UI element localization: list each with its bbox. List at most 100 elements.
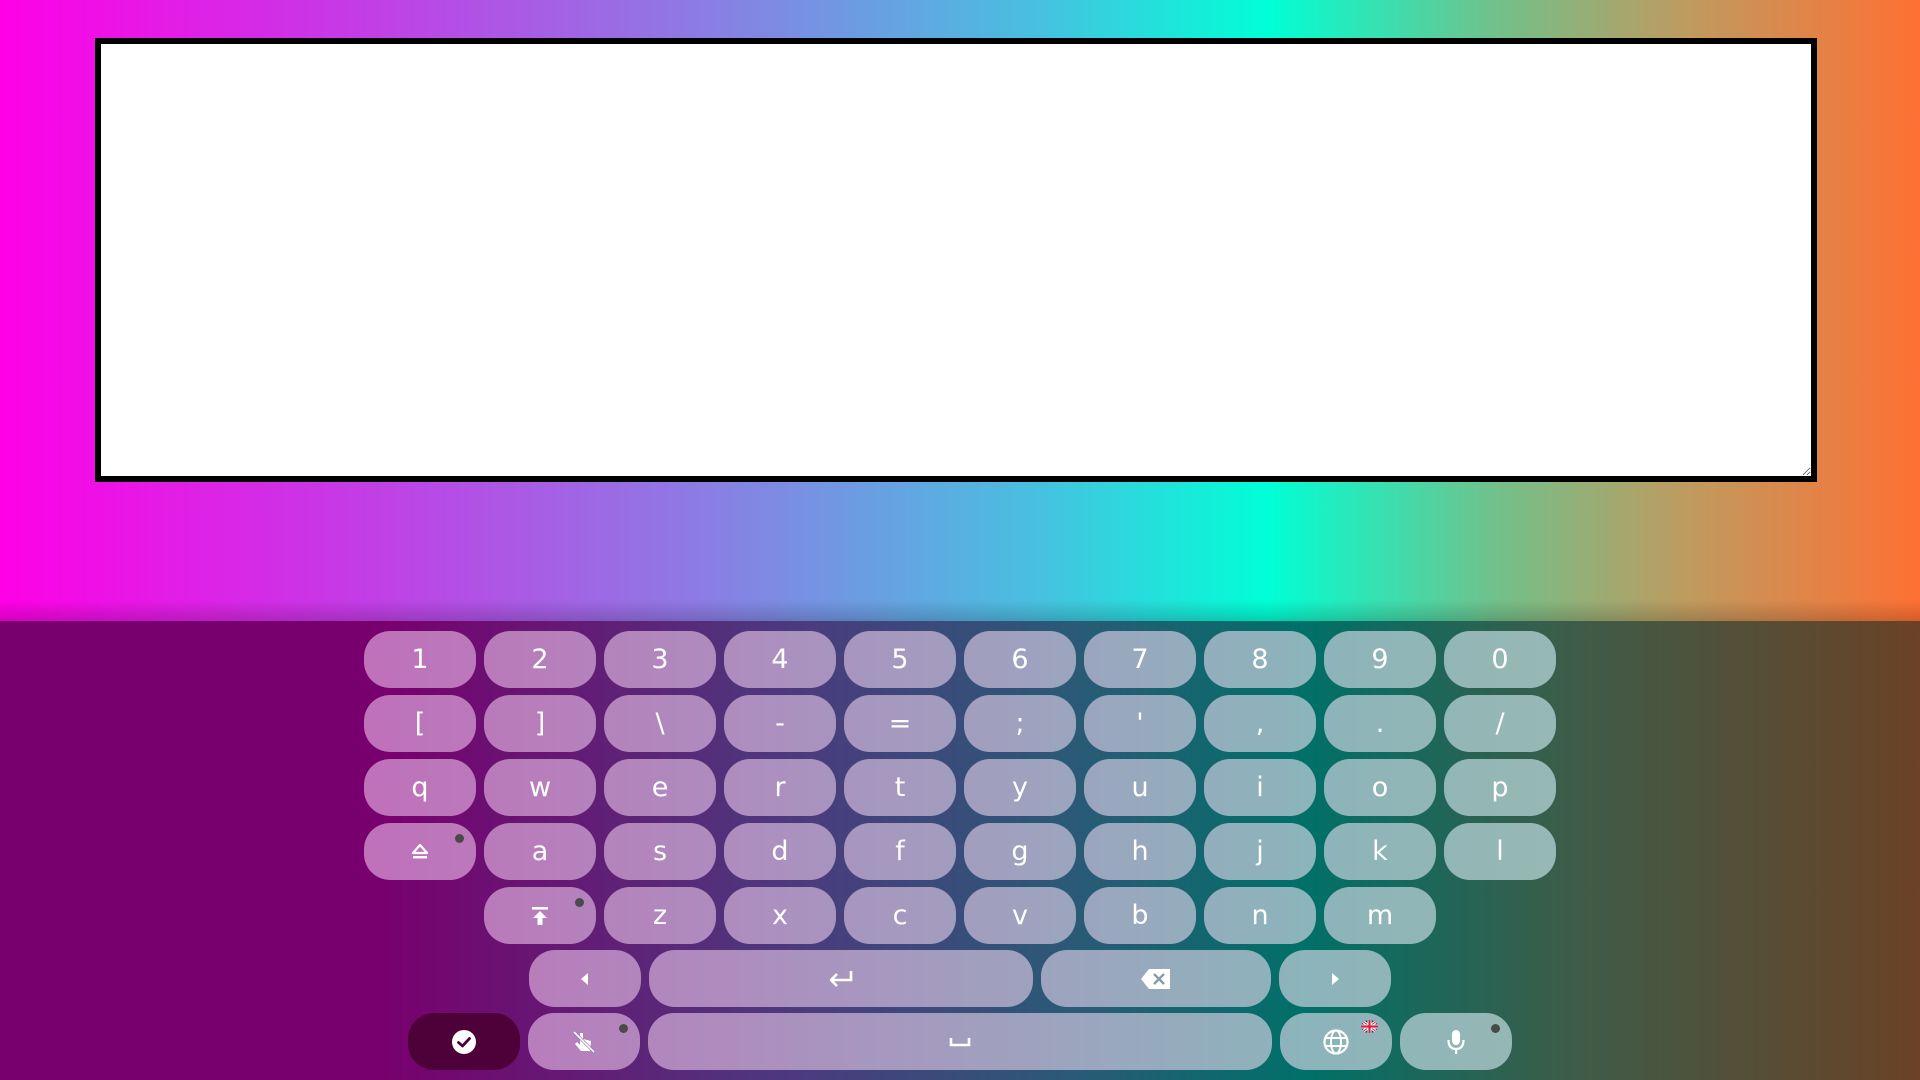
key-label: m bbox=[1366, 900, 1394, 931]
key-0[interactable]: 0 bbox=[1444, 631, 1556, 688]
key-b[interactable]: b bbox=[1084, 887, 1196, 944]
key-label: 3 bbox=[651, 644, 669, 675]
key-f[interactable]: f bbox=[844, 823, 956, 880]
key-label: . bbox=[1375, 708, 1385, 739]
voice-input-key[interactable] bbox=[1400, 1013, 1512, 1070]
indicator-dot bbox=[619, 1024, 628, 1033]
check-circle-icon bbox=[451, 1029, 477, 1055]
text-input-area[interactable] bbox=[95, 38, 1817, 482]
key-h[interactable]: h bbox=[1084, 823, 1196, 880]
right-arrow-key[interactable] bbox=[1279, 950, 1391, 1007]
key-8[interactable]: 8 bbox=[1204, 631, 1316, 688]
key-label: 7 bbox=[1131, 644, 1149, 675]
key-label: x bbox=[772, 900, 788, 931]
key-j[interactable]: j bbox=[1204, 823, 1316, 880]
key-g[interactable]: g bbox=[964, 823, 1076, 880]
key-n[interactable]: n bbox=[1204, 887, 1316, 944]
enter-key[interactable] bbox=[649, 950, 1033, 1007]
left-arrow-key[interactable] bbox=[529, 950, 641, 1007]
key-o[interactable]: o bbox=[1324, 759, 1436, 816]
key-label: w bbox=[528, 772, 552, 803]
key-label: t bbox=[894, 772, 906, 803]
key-q[interactable]: q bbox=[364, 759, 476, 816]
key-comma[interactable]: , bbox=[1204, 695, 1316, 752]
key-a[interactable]: a bbox=[484, 823, 596, 880]
key-label: e bbox=[651, 772, 669, 803]
key-7[interactable]: 7 bbox=[1084, 631, 1196, 688]
key-label: 1 bbox=[411, 644, 429, 675]
key-label: f bbox=[895, 836, 905, 867]
key-d[interactable]: d bbox=[724, 823, 836, 880]
caps-lock-key[interactable] bbox=[484, 887, 596, 944]
done-key[interactable] bbox=[408, 1013, 520, 1070]
key-k[interactable]: k bbox=[1324, 823, 1436, 880]
key-label: n bbox=[1251, 900, 1269, 931]
key-label: l bbox=[1496, 836, 1504, 867]
key-y[interactable]: y bbox=[964, 759, 1076, 816]
key-s[interactable]: s bbox=[604, 823, 716, 880]
language-key[interactable] bbox=[1280, 1013, 1392, 1070]
swipe-off-icon bbox=[571, 1029, 597, 1055]
key-z[interactable]: z bbox=[604, 887, 716, 944]
key-label: 5 bbox=[891, 644, 909, 675]
key-4[interactable]: 4 bbox=[724, 631, 836, 688]
key-label: ] bbox=[534, 708, 546, 739]
indicator-dot bbox=[1491, 1024, 1500, 1033]
key-label: 4 bbox=[771, 644, 789, 675]
key-slash[interactable]: / bbox=[1444, 695, 1556, 752]
key-semicolon[interactable]: ; bbox=[964, 695, 1076, 752]
key-backslash[interactable]: \ bbox=[604, 695, 716, 752]
key-label: / bbox=[1495, 708, 1505, 739]
key-5[interactable]: 5 bbox=[844, 631, 956, 688]
swipe-typing-toggle-key[interactable] bbox=[528, 1013, 640, 1070]
key-label: d bbox=[771, 836, 789, 867]
space-key[interactable] bbox=[648, 1013, 1272, 1070]
key-2[interactable]: 2 bbox=[484, 631, 596, 688]
key-3[interactable]: 3 bbox=[604, 631, 716, 688]
backspace-icon bbox=[1140, 968, 1172, 990]
key-w[interactable]: w bbox=[484, 759, 596, 816]
key-u[interactable]: u bbox=[1084, 759, 1196, 816]
shift-icon bbox=[410, 842, 430, 862]
key-p[interactable]: p bbox=[1444, 759, 1556, 816]
key-label: i bbox=[1256, 772, 1264, 803]
key-label: 6 bbox=[1011, 644, 1029, 675]
key-label: p bbox=[1491, 772, 1509, 803]
key-e[interactable]: e bbox=[604, 759, 716, 816]
shift-key[interactable] bbox=[364, 823, 476, 880]
key-label: c bbox=[892, 900, 908, 931]
key-9[interactable]: 9 bbox=[1324, 631, 1436, 688]
key-label: u bbox=[1131, 772, 1149, 803]
arrow-right-icon bbox=[1329, 972, 1341, 986]
key-r[interactable]: r bbox=[724, 759, 836, 816]
key-equals[interactable]: = bbox=[844, 695, 956, 752]
backspace-key[interactable] bbox=[1041, 950, 1271, 1007]
key-6[interactable]: 6 bbox=[964, 631, 1076, 688]
key-i[interactable]: i bbox=[1204, 759, 1316, 816]
key-label: k bbox=[1372, 836, 1388, 867]
key-1[interactable]: 1 bbox=[364, 631, 476, 688]
key-label: q bbox=[411, 772, 429, 803]
key-x[interactable]: x bbox=[724, 887, 836, 944]
key-label: 8 bbox=[1251, 644, 1269, 675]
key-l[interactable]: l bbox=[1444, 823, 1556, 880]
key-label: 2 bbox=[531, 644, 549, 675]
keyboard-shadow bbox=[0, 600, 1920, 622]
key-right-bracket[interactable]: ] bbox=[484, 695, 596, 752]
key-label: ; bbox=[1015, 708, 1025, 739]
key-label: = bbox=[888, 708, 912, 739]
key-label: , bbox=[1255, 708, 1265, 739]
key-period[interactable]: . bbox=[1324, 695, 1436, 752]
key-label: s bbox=[652, 836, 668, 867]
key-m[interactable]: m bbox=[1324, 887, 1436, 944]
key-t[interactable]: t bbox=[844, 759, 956, 816]
key-label: z bbox=[652, 900, 668, 931]
key-minus[interactable]: - bbox=[724, 695, 836, 752]
key-label: g bbox=[1011, 836, 1029, 867]
indicator-dot bbox=[575, 898, 584, 907]
key-left-bracket[interactable]: [ bbox=[364, 695, 476, 752]
key-c[interactable]: c bbox=[844, 887, 956, 944]
key-v[interactable]: v bbox=[964, 887, 1076, 944]
key-apostrophe[interactable]: ' bbox=[1084, 695, 1196, 752]
key-label: [ bbox=[414, 708, 426, 739]
